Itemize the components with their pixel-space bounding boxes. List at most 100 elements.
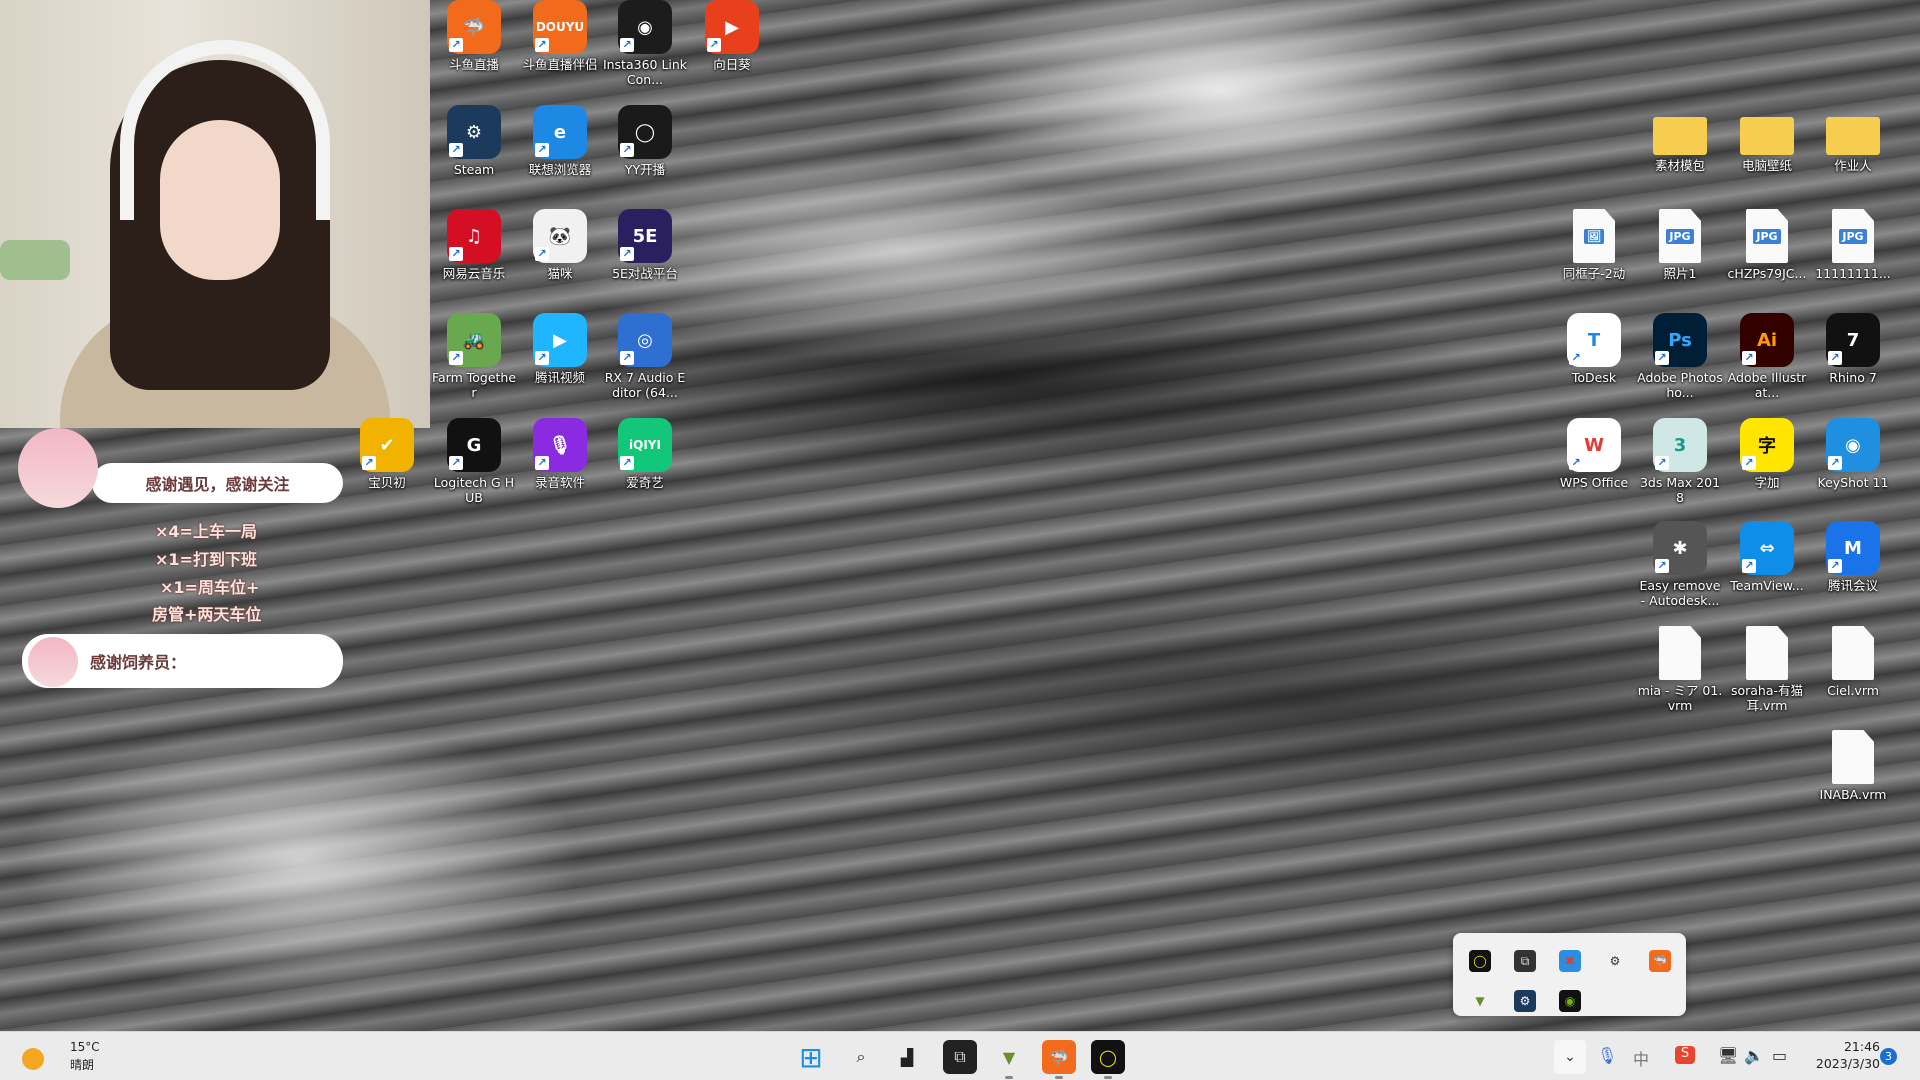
desktop-icon[interactable]: soraha-有猫耳.vrm: [1724, 626, 1810, 713]
start-icon[interactable]: ⊞: [794, 1040, 828, 1074]
desktop-icon[interactable]: 🚜 ↗ Farm Together: [431, 313, 517, 400]
battery-icon[interactable]: ▭: [1772, 1046, 1787, 1065]
nvidia-icon[interactable]: ◉: [1559, 990, 1581, 1012]
desktop-icon-label: 联想浏览器: [528, 162, 592, 177]
app-glyph: 7: [1846, 329, 1860, 351]
desktop-icon[interactable]: Ai ↗ Adobe Illustrat...: [1724, 313, 1810, 400]
app-icon-box[interactable]: ⧉: [943, 1040, 977, 1074]
desktop-icon[interactable]: mia - ミア 01.vrm: [1637, 626, 1723, 713]
desktop-icon-label: 猫咪: [547, 266, 573, 281]
defender-icon[interactable]: ✖: [1559, 950, 1581, 972]
shortcut-arrow-icon: ↗: [449, 247, 463, 261]
desktop-icon[interactable]: JPG 11111111...: [1810, 209, 1896, 281]
desktop-icon[interactable]: Ps ↗ Adobe Photosho...: [1637, 313, 1723, 400]
steelseries-icon[interactable]: ⚙: [1604, 950, 1626, 972]
shortcut-arrow-icon: ↗: [449, 351, 463, 365]
shortcut-arrow-icon: ↗: [1742, 351, 1756, 365]
file-icon: [1832, 730, 1874, 784]
shield-icon[interactable]: ▼: [1469, 990, 1491, 1012]
app-icon-shield[interactable]: ▼: [992, 1040, 1026, 1074]
desktop-icon[interactable]: 作业人: [1810, 105, 1896, 173]
running-indicator: [1055, 1076, 1063, 1079]
microphone-icon[interactable]: 🎙: [1597, 1046, 1617, 1065]
shortcut-arrow-icon: ↗: [620, 247, 634, 261]
chibi-avatar-small: [28, 637, 78, 687]
notification-badge[interactable]: 3: [1880, 1048, 1897, 1065]
desktop-icon[interactable]: 电脑壁纸: [1724, 105, 1810, 173]
desktop-icon-label: KeyShot 11: [1817, 475, 1889, 490]
app-glyph: 🦈: [462, 16, 486, 38]
desktop-icon[interactable]: iQIYI ↗ 爱奇艺: [602, 418, 688, 490]
desktop-icon[interactable]: ▶ ↗ 向日葵: [689, 0, 775, 72]
desktop-icon[interactable]: ♫ ↗ 网易云音乐: [431, 209, 517, 281]
gift-line: ×4=上车一局: [155, 522, 257, 541]
app-icon: iQIYI ↗: [618, 418, 672, 472]
file-type-glyph: JPG: [1753, 228, 1781, 244]
desktop-icon[interactable]: Ciel.vrm: [1810, 626, 1896, 698]
desktop-icon[interactable]: W ↗ WPS Office: [1551, 418, 1637, 490]
shortcut-arrow-icon: ↗: [535, 351, 549, 365]
app-icon: ▶ ↗: [533, 313, 587, 367]
ime-indicator[interactable]: 中: [1633, 1046, 1649, 1070]
app-glyph: ▶: [725, 16, 739, 38]
sogou-icon[interactable]: S: [1675, 1046, 1695, 1064]
task-view-icon[interactable]: ▟: [890, 1040, 924, 1074]
app-icon: 🐼 ↗: [533, 209, 587, 263]
desktop-icon[interactable]: ◯ ↗ YY开播: [602, 105, 688, 177]
desktop-icon[interactable]: ⚙ ↗ Steam: [431, 105, 517, 177]
desktop-icon-label: WPS Office: [1559, 475, 1629, 490]
search-icon[interactable]: ⌕: [844, 1040, 878, 1074]
desktop-icon[interactable]: 🦈 ↗ 斗鱼直播: [431, 0, 517, 72]
shortcut-arrow-icon: ↗: [1569, 456, 1583, 470]
app-icon-yy[interactable]: ◯: [1091, 1040, 1125, 1074]
app-icon: 3 ↗: [1653, 418, 1707, 472]
steam-icon[interactable]: ⚙: [1514, 990, 1536, 1012]
desktop-icon[interactable]: T ↗ ToDesk: [1551, 313, 1637, 385]
desktop-icon[interactable]: e ↗ 联想浏览器: [517, 105, 603, 177]
app-icon: DOUYU ↗: [533, 0, 587, 54]
shortcut-arrow-icon: ↗: [1742, 456, 1756, 470]
volume-icon[interactable]: 🔈: [1744, 1046, 1764, 1065]
desktop-icon[interactable]: ⇔ ↗ TeamView...: [1724, 521, 1810, 593]
desktop-icon-label: Ciel.vrm: [1827, 683, 1879, 698]
desktop-icon[interactable]: 3 ↗ 3ds Max 2018: [1637, 418, 1723, 505]
desktop-icon[interactable]: 7 ↗ Rhino 7: [1810, 313, 1896, 385]
desktop-icon[interactable]: DOUYU ↗ 斗鱼直播伴侣: [517, 0, 603, 72]
network-icon[interactable]: 🖥: [1718, 1046, 1738, 1065]
desktop-icon[interactable]: ◉ ↗ Insta360 Link Con...: [602, 0, 688, 87]
app-glyph: 3: [1673, 434, 1687, 456]
desktop-icon[interactable]: M ↗ 腾讯会议: [1810, 521, 1896, 593]
app-glyph: 5E: [632, 225, 658, 247]
shortcut-arrow-icon: ↗: [620, 143, 634, 157]
desktop-icon[interactable]: ✱ ↗ Easy remove - Autodesk...: [1637, 521, 1723, 608]
desktop-icon[interactable]: 🎙 ↗ 录音软件: [517, 418, 603, 490]
app-icon-douyu[interactable]: 🦈: [1042, 1040, 1076, 1074]
shortcut-arrow-icon: ↗: [535, 38, 549, 52]
desktop-icon[interactable]: ▶ ↗ 腾讯视频: [517, 313, 603, 385]
shortcut-arrow-icon: ↗: [620, 456, 634, 470]
desktop-icon[interactable]: INABA.vrm: [1810, 730, 1896, 802]
desktop-icon[interactable]: ◉ ↗ KeyShot 11: [1810, 418, 1896, 490]
weather-widget[interactable]: 15°C 晴朗: [14, 1038, 100, 1074]
desktop-icon[interactable]: JPG cHZPs79JC...: [1724, 209, 1810, 281]
box-icon[interactable]: ⧉: [1514, 950, 1536, 972]
yy-icon[interactable]: ◯: [1469, 950, 1491, 972]
desktop-icon[interactable]: 🐼 ↗ 猫咪: [517, 209, 603, 281]
clock[interactable]: 21:46 2023/3/30: [1800, 1038, 1880, 1072]
gift-line: 房管+两天车位: [152, 605, 262, 624]
desktop-icon[interactable]: 🖼 同框子-2动: [1551, 209, 1637, 281]
desktop-icon[interactable]: ◎ ↗ RX 7 Audio Editor (64...: [602, 313, 688, 400]
show-hidden-icons-button[interactable]: ⌄: [1554, 1040, 1586, 1074]
desktop-icon[interactable]: 字 ↗ 字加: [1724, 418, 1810, 490]
desktop-icon[interactable]: JPG 照片1: [1637, 209, 1723, 281]
desktop-icon-label: 5E对战平台: [612, 266, 678, 281]
desktop-icon[interactable]: 素材模包: [1637, 105, 1723, 173]
desktop-icon-label: 爱奇艺: [626, 475, 664, 490]
folder-icon: [1826, 117, 1880, 155]
desktop-icon[interactable]: 5E ↗ 5E对战平台: [602, 209, 688, 281]
desktop-icon[interactable]: G ↗ Logitech G HUB: [431, 418, 517, 505]
shortcut-arrow-icon: ↗: [449, 38, 463, 52]
douyu-icon[interactable]: 🦈: [1649, 950, 1671, 972]
desktop-icon-label: cHZPs79JC...: [1727, 266, 1807, 281]
app-glyph: DOUYU: [535, 20, 585, 34]
